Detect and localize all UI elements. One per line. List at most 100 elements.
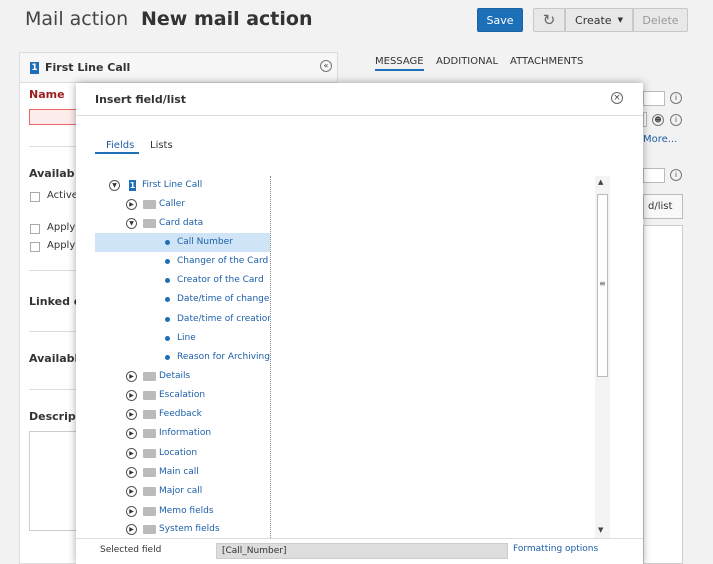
- tree-field-item[interactable]: Call Number: [95, 233, 270, 252]
- selected-field-label: Selected field: [100, 545, 162, 555]
- tree-folder-item[interactable]: ▼ Card data: [95, 214, 270, 233]
- linked-label: Linked e: [29, 295, 82, 308]
- dialog-title: Insert field/list: [95, 93, 187, 106]
- tree-item-label: Main call: [159, 467, 199, 477]
- refresh-button[interactable]: ↻: [533, 8, 565, 32]
- tree-item-label: Details: [159, 371, 191, 381]
- expand-toggle-icon[interactable]: ▶: [126, 506, 137, 517]
- save-button[interactable]: Save: [477, 8, 523, 32]
- tree-field-item[interactable]: Date/time of creation: [95, 310, 271, 329]
- expand-toggle-icon[interactable]: ▶: [126, 486, 137, 497]
- right-input-3[interactable]: [643, 168, 665, 183]
- expand-toggle-icon[interactable]: ▶: [126, 390, 137, 401]
- expand-toggle-icon[interactable]: ▶: [126, 371, 137, 382]
- apply-checkbox-2[interactable]: [30, 242, 40, 252]
- scrollbar-thumb[interactable]: ≡: [597, 194, 608, 377]
- tree-item-label: Date/time of creation: [177, 314, 271, 324]
- collapse-toggle-icon[interactable]: ▼: [126, 218, 137, 229]
- field-tree: ▼ 1 First Line Call ▶ Caller ▼ Card data Call N…: [95, 176, 271, 538]
- expand-toggle-icon[interactable]: ▶: [126, 409, 137, 420]
- tree-folder-item[interactable]: ▶ Location: [95, 444, 270, 463]
- field-dot-icon: [165, 297, 170, 302]
- folder-icon: [143, 487, 156, 496]
- more-link[interactable]: More...: [643, 134, 677, 145]
- tree-folder-item[interactable]: ▶ Escalation: [95, 386, 270, 405]
- tab-message[interactable]: MESSAGE: [375, 56, 424, 71]
- tree-folder-item[interactable]: ▶ System fields: [95, 520, 270, 538]
- scroll-up-icon[interactable]: ▲: [598, 178, 603, 186]
- field-dot-icon: [165, 336, 170, 341]
- page-header: Mail action New mail action Save ↻ Creat…: [0, 0, 713, 48]
- field-dot-icon: [165, 240, 170, 245]
- selected-field-input[interactable]: [Call_Number]: [216, 543, 508, 559]
- tree-folder-item[interactable]: ▶ Feedback: [95, 405, 270, 424]
- tree-folder-item[interactable]: ▶ Caller: [95, 195, 270, 214]
- tree-item-label: Creator of the Card: [177, 275, 264, 285]
- active-checkbox[interactable]: [30, 192, 40, 202]
- description-label: Descript: [29, 410, 81, 423]
- insert-field-dialog: Insert field/list × Fields Lists ▼ 1 First…: [76, 83, 643, 564]
- tree-field-item[interactable]: Creator of the Card: [95, 271, 270, 290]
- tree-item-label: Date/time of change: [177, 294, 270, 304]
- folder-icon: [143, 429, 156, 438]
- formatting-options-link[interactable]: Formatting options: [513, 544, 598, 554]
- tree-folder-item[interactable]: ▶ Details: [95, 367, 270, 386]
- field-dot-icon: [165, 278, 170, 283]
- expand-toggle-icon[interactable]: ▶: [126, 524, 137, 535]
- tree-item-label: Reason for Archiving: [177, 352, 270, 362]
- apply-checkbox-1[interactable]: [30, 224, 40, 234]
- folder-icon: [143, 468, 156, 477]
- dialog-footer: Selected field [Call_Number] Formatting …: [76, 538, 643, 564]
- expand-toggle-icon[interactable]: ▶: [126, 199, 137, 210]
- info-icon[interactable]: i: [670, 92, 682, 104]
- contacts-icon[interactable]: ☻: [652, 114, 664, 126]
- tab-additional[interactable]: ADDITIONAL: [436, 56, 498, 67]
- create-button[interactable]: Create ▼: [565, 8, 633, 32]
- card-badge-icon: 1: [30, 62, 39, 74]
- available2-label: Availabl: [29, 352, 79, 365]
- tree-folder-item[interactable]: ▶ Memo fields: [95, 502, 270, 521]
- tab-attachments[interactable]: ATTACHMENTS: [510, 56, 583, 67]
- tree-item-label: Changer of the Card: [177, 256, 269, 266]
- scroll-down-icon[interactable]: ▼: [598, 526, 603, 534]
- info-icon[interactable]: i: [670, 169, 682, 181]
- tree-field-item[interactable]: Date/time of change: [95, 290, 270, 309]
- tree-root-item[interactable]: ▼ 1 First Line Call: [95, 176, 270, 195]
- available-label: Availab: [29, 167, 75, 180]
- right-input-2[interactable]: [643, 112, 647, 127]
- grip-icon: ≡: [599, 279, 606, 288]
- tree-field-item[interactable]: Line: [95, 329, 270, 348]
- card-header: 1 First Line Call «: [20, 53, 337, 83]
- expand-toggle-icon[interactable]: ▶: [126, 448, 137, 459]
- insert-field-list-button[interactable]: d/list: [643, 194, 683, 219]
- tree-folder-item[interactable]: ▶ Main call: [95, 463, 270, 482]
- tree-item-label: Call Number: [177, 237, 233, 247]
- folder-icon: [143, 200, 156, 209]
- expand-toggle-icon[interactable]: ▶: [126, 428, 137, 439]
- tab-fields[interactable]: Fields: [106, 140, 134, 151]
- delete-button[interactable]: Delete: [633, 8, 688, 32]
- tree-folder-item[interactable]: ▶ Major call: [95, 482, 270, 501]
- folder-icon: [143, 525, 156, 534]
- tree-item-label: Memo fields: [159, 506, 214, 516]
- tree-field-item[interactable]: Reason for Archiving: [95, 348, 270, 367]
- tab-lists[interactable]: Lists: [150, 140, 173, 151]
- info-icon[interactable]: i: [670, 114, 682, 126]
- tree-item-label: First Line Call: [142, 180, 203, 190]
- folder-icon: [143, 507, 156, 516]
- message-body-editor[interactable]: [643, 225, 683, 564]
- caret-down-icon: ▼: [617, 16, 623, 24]
- card-title: First Line Call: [45, 61, 131, 74]
- close-icon[interactable]: ×: [611, 92, 623, 104]
- page-subtitle: New mail action: [141, 8, 313, 30]
- tree-item-label: System fields: [159, 524, 220, 534]
- tree-item-label: Information: [159, 428, 212, 438]
- tree-folder-item[interactable]: ▶ Information: [95, 424, 270, 443]
- right-input-1[interactable]: [643, 91, 665, 106]
- collapse-toggle-icon[interactable]: ▼: [109, 180, 120, 191]
- collapse-icon[interactable]: «: [320, 60, 332, 72]
- tree-item-label: Major call: [159, 486, 203, 496]
- expand-toggle-icon[interactable]: ▶: [126, 467, 137, 478]
- tree-field-item[interactable]: Changer of the Card: [95, 252, 270, 271]
- folder-icon: [143, 449, 156, 458]
